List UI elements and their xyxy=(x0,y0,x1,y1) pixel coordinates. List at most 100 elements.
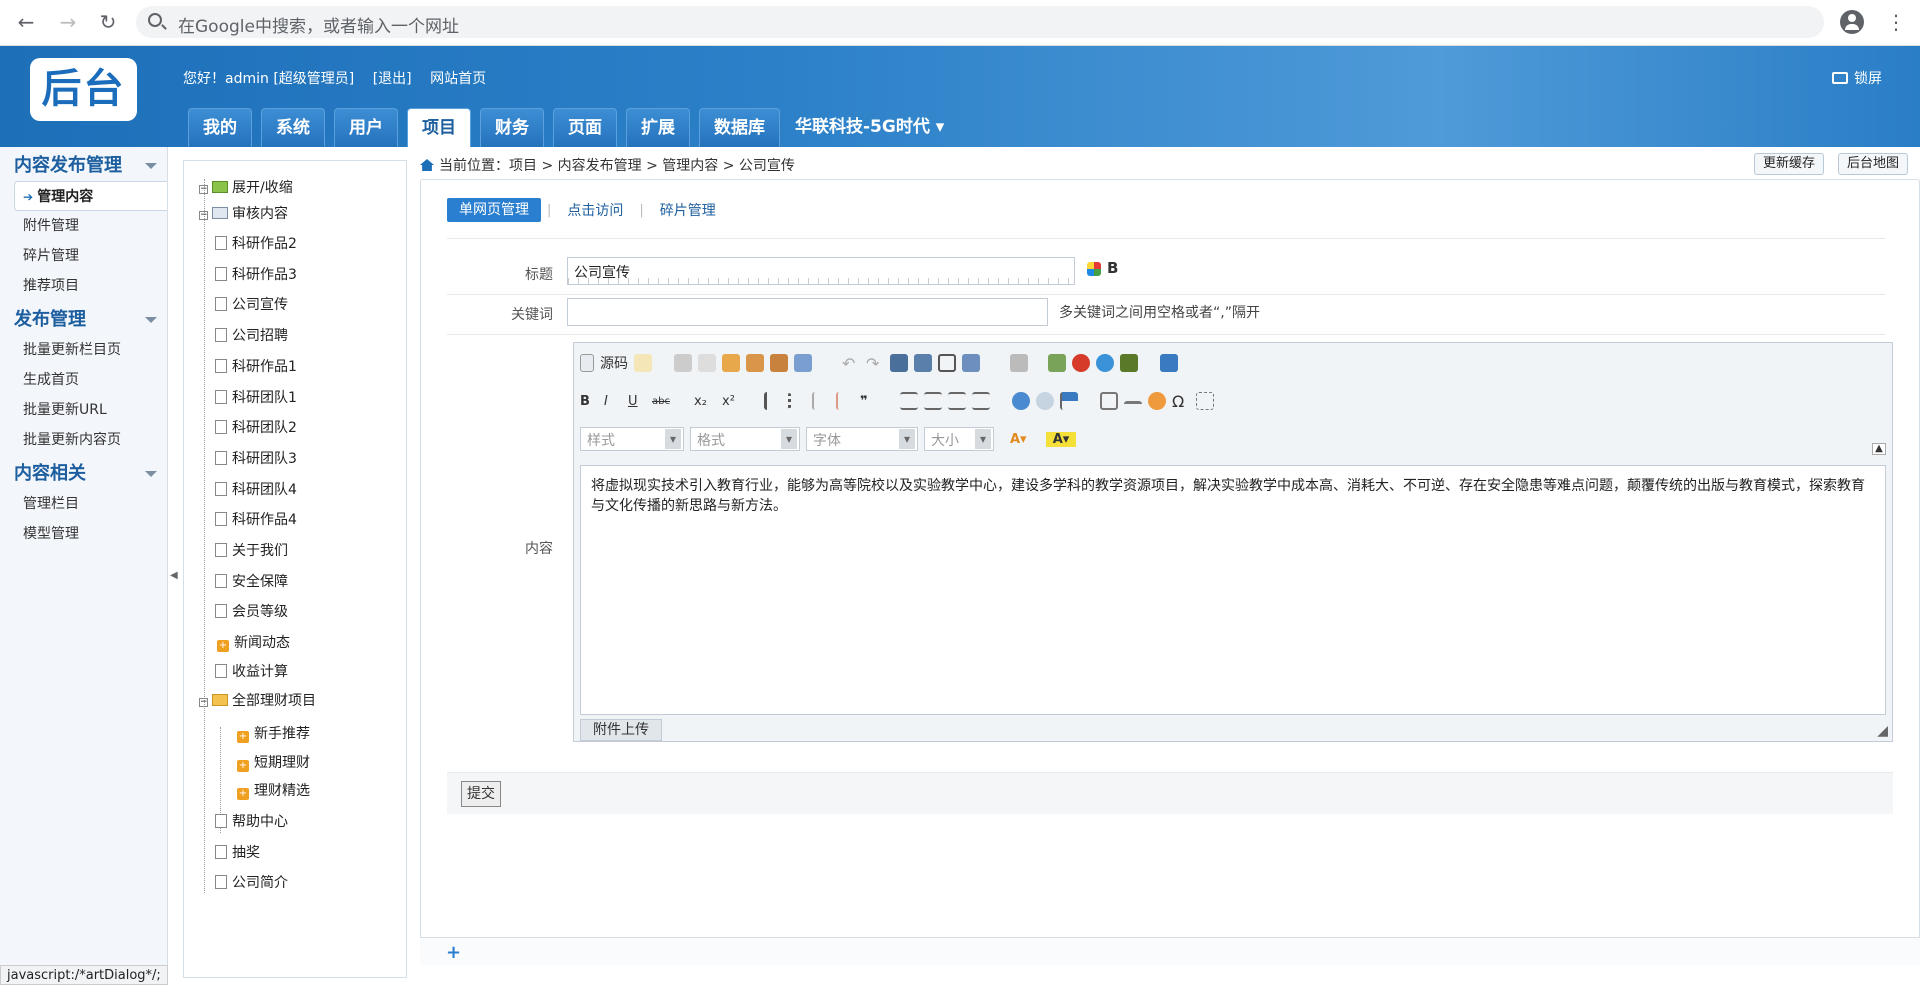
sidebar-item-batch-category[interactable]: 批量更新栏目页 xyxy=(0,335,167,365)
select-all-icon[interactable] xyxy=(938,354,956,372)
site-switcher[interactable]: 华联科技-5G时代 ▾ xyxy=(789,108,950,147)
sidebar-section-related[interactable]: 内容相关 xyxy=(0,459,167,489)
site-map-button[interactable]: 后台地图 xyxy=(1838,153,1909,175)
align-justify-icon[interactable] xyxy=(972,392,990,410)
attachment-upload-button[interactable]: 附件上传 xyxy=(580,719,662,741)
tree-item[interactable]: 科研作品2 xyxy=(215,233,297,253)
tree-item-finance[interactable]: − 全部理财项目 xyxy=(199,690,316,710)
sidebar-item-batch-content[interactable]: 批量更新内容页 xyxy=(0,425,167,455)
font-select[interactable]: 字体 xyxy=(806,427,918,451)
tree-item[interactable]: 安全保障 xyxy=(215,571,288,591)
blockquote-icon[interactable]: ❞ xyxy=(860,394,878,409)
redo-icon[interactable]: ↷ xyxy=(866,354,884,373)
tree-item[interactable]: 科研作品3 xyxy=(215,264,297,284)
strikethrough-icon[interactable]: abc xyxy=(652,396,674,407)
align-left-icon[interactable] xyxy=(900,392,918,410)
copy-icon[interactable] xyxy=(698,354,716,372)
sidebar-section-content-publish[interactable]: 内容发布管理 xyxy=(0,151,167,181)
collapse-toolbar-icon[interactable]: ▲ xyxy=(1872,443,1886,455)
tab-system[interactable]: 系统 xyxy=(261,108,325,147)
bullet-list-icon[interactable] xyxy=(788,392,806,410)
tree-item[interactable]: 科研团队2 xyxy=(215,417,297,437)
tree-item[interactable]: 收益计算 xyxy=(215,661,288,681)
page-break-icon[interactable] xyxy=(1196,392,1214,410)
sidebar-item-recommend[interactable]: 推荐项目 xyxy=(0,271,167,301)
sidebar-item-manage-category[interactable]: 管理栏目 xyxy=(0,489,167,519)
source-button[interactable]: 源码 xyxy=(600,353,628,373)
paste-word-icon[interactable] xyxy=(770,354,788,372)
tree-item[interactable]: 抽奖 xyxy=(215,842,260,862)
video-icon[interactable] xyxy=(1120,354,1138,372)
tree-item[interactable]: + 新手推荐 xyxy=(237,723,310,743)
tree-item[interactable]: 科研团队3 xyxy=(215,448,297,468)
tree-item[interactable]: 关于我们 xyxy=(215,540,288,560)
account-icon[interactable] xyxy=(1840,10,1864,34)
update-cache-button[interactable]: 更新缓存 xyxy=(1754,153,1825,175)
subscript-icon[interactable]: x₂ xyxy=(694,394,716,409)
resize-handle-icon[interactable]: ◢ xyxy=(1877,723,1888,739)
replace-icon[interactable] xyxy=(914,354,932,372)
sidebar-item-manage-content[interactable]: 管理内容 xyxy=(14,181,167,211)
editor-content-area[interactable]: 将虚拟现实技术引入教育行业，能够为高等院校以及实验教学中心，建设多学科的教学资源… xyxy=(580,465,1886,715)
special-char-icon[interactable]: Ω xyxy=(1172,392,1190,411)
underline-icon[interactable]: U xyxy=(628,394,646,409)
ordered-list-icon[interactable] xyxy=(764,392,782,410)
title-input[interactable]: 公司宣传 xyxy=(567,257,1075,285)
sidebar-section-publish[interactable]: 发布管理 xyxy=(0,305,167,335)
horizontal-rule-icon[interactable] xyxy=(1124,401,1142,409)
color-picker-icon[interactable] xyxy=(1087,262,1101,276)
logout-link[interactable]: [退出] xyxy=(373,71,412,87)
tree-root[interactable]: − 展开/收缩 xyxy=(199,177,293,197)
keywords-input[interactable] xyxy=(567,298,1048,326)
media-icon[interactable] xyxy=(1096,354,1114,372)
omnibox[interactable]: 在Google中搜索，或者输入一个网址 xyxy=(136,6,1824,38)
lock-screen-button[interactable]: 锁屏 xyxy=(1832,68,1882,88)
tree-item[interactable]: 帮助中心 xyxy=(215,811,288,831)
tree-item[interactable]: 会员等级 xyxy=(215,601,288,621)
paste-text-icon[interactable] xyxy=(746,354,764,372)
tab-finance[interactable]: 财务 xyxy=(480,108,544,147)
tree-item[interactable]: + 理财精选 xyxy=(237,780,310,800)
sidebar-item-attachments[interactable]: 附件管理 xyxy=(0,211,167,241)
size-select[interactable]: 大小 xyxy=(924,427,994,451)
tab-visit[interactable]: 点击访问 xyxy=(551,200,639,220)
link-icon[interactable] xyxy=(1012,392,1030,410)
sidebar-item-batch-url[interactable]: 批量更新URL xyxy=(0,395,167,425)
italic-icon[interactable]: I xyxy=(604,394,622,409)
tree-item[interactable]: 科研团队1 xyxy=(215,387,297,407)
preview-icon[interactable] xyxy=(1010,354,1028,372)
image-icon[interactable] xyxy=(1048,354,1066,372)
site-home-link[interactable]: 网站首页 xyxy=(430,71,486,87)
back-icon[interactable]: ← xyxy=(14,12,38,32)
tree-item[interactable]: 科研团队4 xyxy=(215,479,297,499)
fullscreen-icon[interactable] xyxy=(1160,354,1178,372)
expand-plus-icon[interactable]: + xyxy=(446,942,461,963)
superscript-icon[interactable]: x² xyxy=(722,394,744,409)
print-icon[interactable] xyxy=(794,354,812,372)
bold-icon[interactable]: B xyxy=(580,394,598,409)
tab-database[interactable]: 数据库 xyxy=(699,108,780,147)
align-right-icon[interactable] xyxy=(948,392,966,410)
paste-icon[interactable] xyxy=(722,354,740,372)
unlink-icon[interactable] xyxy=(1036,392,1054,410)
tree-item[interactable]: + 短期理财 xyxy=(237,752,310,772)
bold-title-icon[interactable]: B xyxy=(1107,259,1118,277)
tree-item[interactable]: 公司招聘 xyxy=(215,325,288,345)
tree-audit[interactable]: − 审核内容 xyxy=(199,203,288,223)
eraser-icon[interactable] xyxy=(962,354,980,372)
undo-icon[interactable]: ↶ xyxy=(842,354,860,373)
bg-color-icon[interactable]: A▾ xyxy=(1046,431,1076,447)
indent-icon[interactable] xyxy=(836,392,854,410)
submit-button[interactable]: 提交 xyxy=(461,781,501,807)
menu-kebab-icon[interactable]: ⋮ xyxy=(1886,10,1906,34)
tree-item[interactable]: 科研作品1 xyxy=(215,356,297,376)
align-center-icon[interactable] xyxy=(924,392,942,410)
sidebar-item-models[interactable]: 模型管理 xyxy=(0,519,167,549)
text-color-icon[interactable]: A▾ xyxy=(1010,432,1040,447)
outdent-icon[interactable] xyxy=(812,392,830,410)
cut-icon[interactable] xyxy=(674,354,692,372)
sidebar-item-fragments[interactable]: 碎片管理 xyxy=(0,241,167,271)
emoji-icon[interactable] xyxy=(1148,392,1166,410)
reload-icon[interactable]: ↻ xyxy=(96,12,120,32)
tree-item[interactable]: 公司简介 xyxy=(215,872,288,892)
